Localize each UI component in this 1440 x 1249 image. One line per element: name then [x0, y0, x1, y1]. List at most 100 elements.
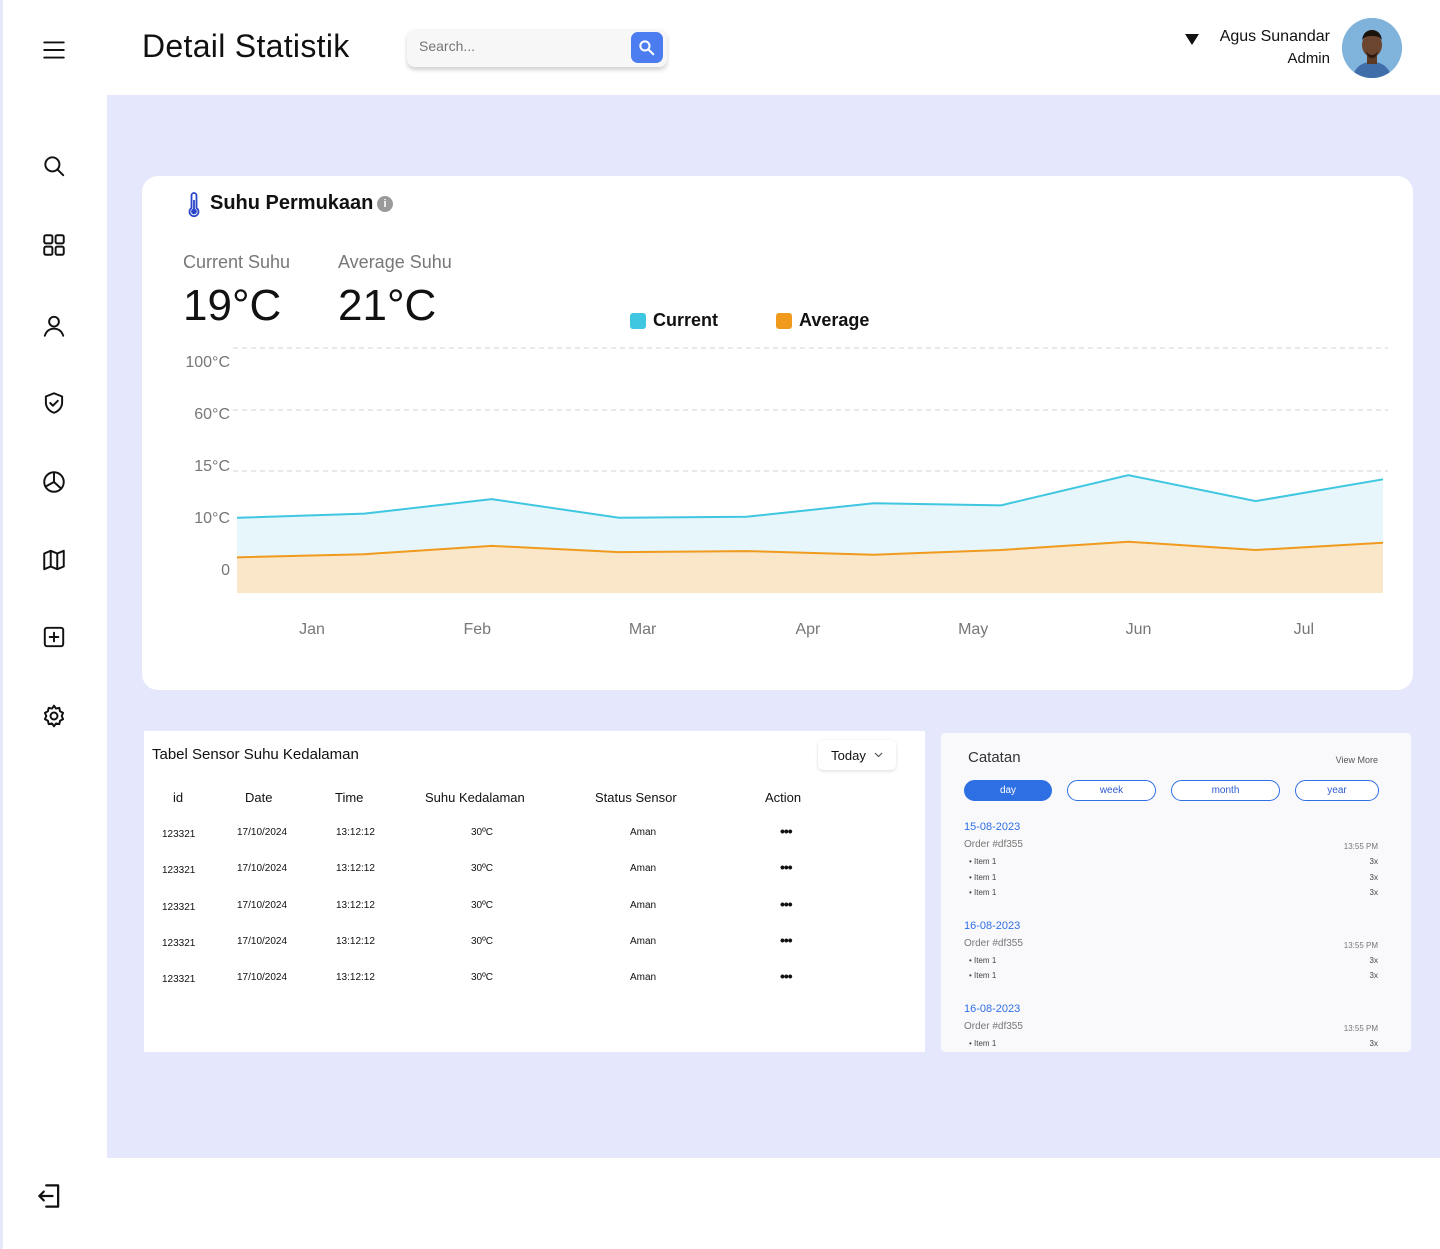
row-action-button[interactable]: •••	[780, 896, 793, 912]
menu-icon[interactable]	[40, 36, 68, 64]
temperature-chart-card: Suhu Permukaan i Current Suhu 19°C Avera…	[142, 176, 1413, 690]
sidebar	[0, 0, 107, 1249]
table-cell: 13:12:12	[336, 863, 375, 875]
tab-day[interactable]: day	[964, 780, 1052, 801]
y-tick-label: 100°C	[185, 354, 230, 371]
y-tick-label: 15°C	[194, 458, 230, 475]
notes-title: Catatan	[968, 749, 1021, 766]
table-title: Tabel Sensor Suhu Kedalaman	[152, 746, 359, 763]
note-item-label: Item 1	[974, 971, 997, 980]
table-cell: 13:12:12	[336, 972, 375, 984]
notes-card: Catatan View More day week month year 15-08…	[941, 733, 1411, 1052]
x-tick-label: Apr	[795, 621, 821, 638]
table-cell: 13:12:12	[336, 899, 375, 911]
search-input[interactable]	[419, 38, 619, 54]
page-title: Detail Statistik	[142, 28, 350, 64]
table-cell: 17/10/2024	[237, 899, 288, 911]
table-cell: 17/10/2024	[237, 827, 288, 838]
x-tick-label: Jun	[1126, 621, 1152, 638]
table-cell: 30ºC	[471, 972, 493, 984]
note-date[interactable]: 16-08-2023	[964, 920, 1020, 932]
note-item: • Item 1	[969, 1039, 996, 1048]
sensor-table-card: Tabel Sensor Suhu Kedalaman Today id Date…	[144, 731, 925, 1052]
temperature-area-chart: 100°C 60°C 15°C 10°C 0 Jan Feb Mar Apr May Jun Jul	[185, 347, 1388, 638]
user-icon[interactable]	[40, 312, 68, 340]
note-time: 13:55 PM	[1343, 842, 1378, 851]
table-cell: 123321	[162, 829, 196, 840]
table-cell: Aman	[630, 827, 657, 838]
table-cell: Aman	[630, 972, 657, 984]
avatar[interactable]	[1342, 18, 1402, 78]
table-cell: 30ºC	[471, 899, 493, 911]
note-item-label: Item 1	[974, 857, 997, 866]
note-item-qty: 3x	[1369, 955, 1378, 965]
table-cell: 17/10/2024	[237, 935, 288, 947]
note-item-label: Item 1	[974, 872, 997, 882]
search-box	[407, 29, 667, 67]
view-more-link[interactable]: View More	[1336, 755, 1378, 765]
row-action-button[interactable]: •••	[780, 823, 793, 839]
logout-icon[interactable]	[35, 1181, 65, 1211]
note-item-label: Item 1	[974, 1039, 997, 1048]
note-date[interactable]: 16-08-2023	[964, 1003, 1020, 1015]
tab-month[interactable]: month	[1171, 780, 1280, 801]
dashboard-icon[interactable]	[40, 231, 68, 259]
column-header: Status Sensor	[595, 790, 677, 805]
column-header: id	[173, 790, 184, 805]
x-tick-label: Jul	[1294, 621, 1314, 638]
table-cell: 13:12:12	[336, 935, 375, 947]
row-action-button[interactable]: •••	[780, 932, 793, 948]
note-item-qty: 3x	[1369, 888, 1378, 897]
user-menu-caret-icon[interactable]	[1185, 34, 1199, 45]
note-date[interactable]: 15-08-2023	[964, 821, 1020, 833]
x-tick-label: Jan	[299, 621, 325, 638]
row-action-button[interactable]: •••	[780, 859, 793, 875]
add-box-icon[interactable]	[40, 623, 68, 651]
note-item-label: Item 1	[974, 955, 997, 965]
y-tick-label: 10°C	[194, 510, 230, 527]
user-role: Admin	[1287, 50, 1330, 67]
note-item: • Item 1	[969, 857, 996, 866]
x-tick-label: May	[958, 621, 988, 638]
note-item-qty: 3x	[1369, 872, 1378, 882]
today-filter-label: Today	[831, 747, 866, 763]
tab-year[interactable]: year	[1295, 780, 1379, 801]
note-item: • Item 1	[969, 888, 996, 897]
note-order: Order #df355	[964, 937, 1023, 949]
search-button[interactable]	[631, 32, 663, 63]
chevron-down-icon	[874, 752, 883, 758]
search-icon	[639, 39, 655, 55]
pie-chart-icon[interactable]	[40, 468, 68, 496]
shield-icon[interactable]	[40, 389, 68, 417]
table-cell: 123321	[162, 974, 196, 986]
note-item: • Item 1	[969, 971, 996, 980]
user-name[interactable]: Agus Sunandar	[1220, 28, 1330, 46]
note-time: 13:55 PM	[1343, 940, 1378, 950]
gear-icon[interactable]	[40, 702, 68, 730]
table-cell: Aman	[630, 899, 657, 911]
table-cell: 17/10/2024	[237, 863, 288, 875]
today-filter-button[interactable]: Today	[818, 740, 896, 770]
note-item-qty: 3x	[1369, 857, 1378, 866]
x-tick-label: Mar	[629, 621, 657, 638]
note-item: • Item 1	[969, 873, 996, 882]
table-cell: 17/10/2024	[237, 972, 288, 984]
table-cell: Aman	[630, 863, 657, 875]
note-order: Order #df355	[964, 1021, 1023, 1032]
map-icon[interactable]	[40, 546, 68, 574]
table-cell: 123321	[162, 937, 196, 949]
column-header: Time	[335, 790, 364, 805]
row-action-button[interactable]: •••	[780, 968, 793, 984]
x-tick-label: Feb	[464, 621, 492, 638]
note-time: 13:55 PM	[1343, 1024, 1378, 1033]
note-order: Order #df355	[964, 839, 1023, 850]
column-header: Action	[765, 790, 802, 805]
table-cell: 13:12:12	[336, 827, 375, 838]
table-cell: 30ºC	[471, 863, 493, 875]
note-item-qty: 3x	[1369, 971, 1378, 980]
search-icon[interactable]	[40, 152, 68, 180]
main-content: Suhu Permukaan i Current Suhu 19°C Avera…	[107, 95, 1440, 1158]
note-item-qty: 3x	[1369, 1039, 1378, 1048]
tab-week[interactable]: week	[1067, 780, 1156, 801]
note-item: • Item 1	[969, 956, 996, 965]
